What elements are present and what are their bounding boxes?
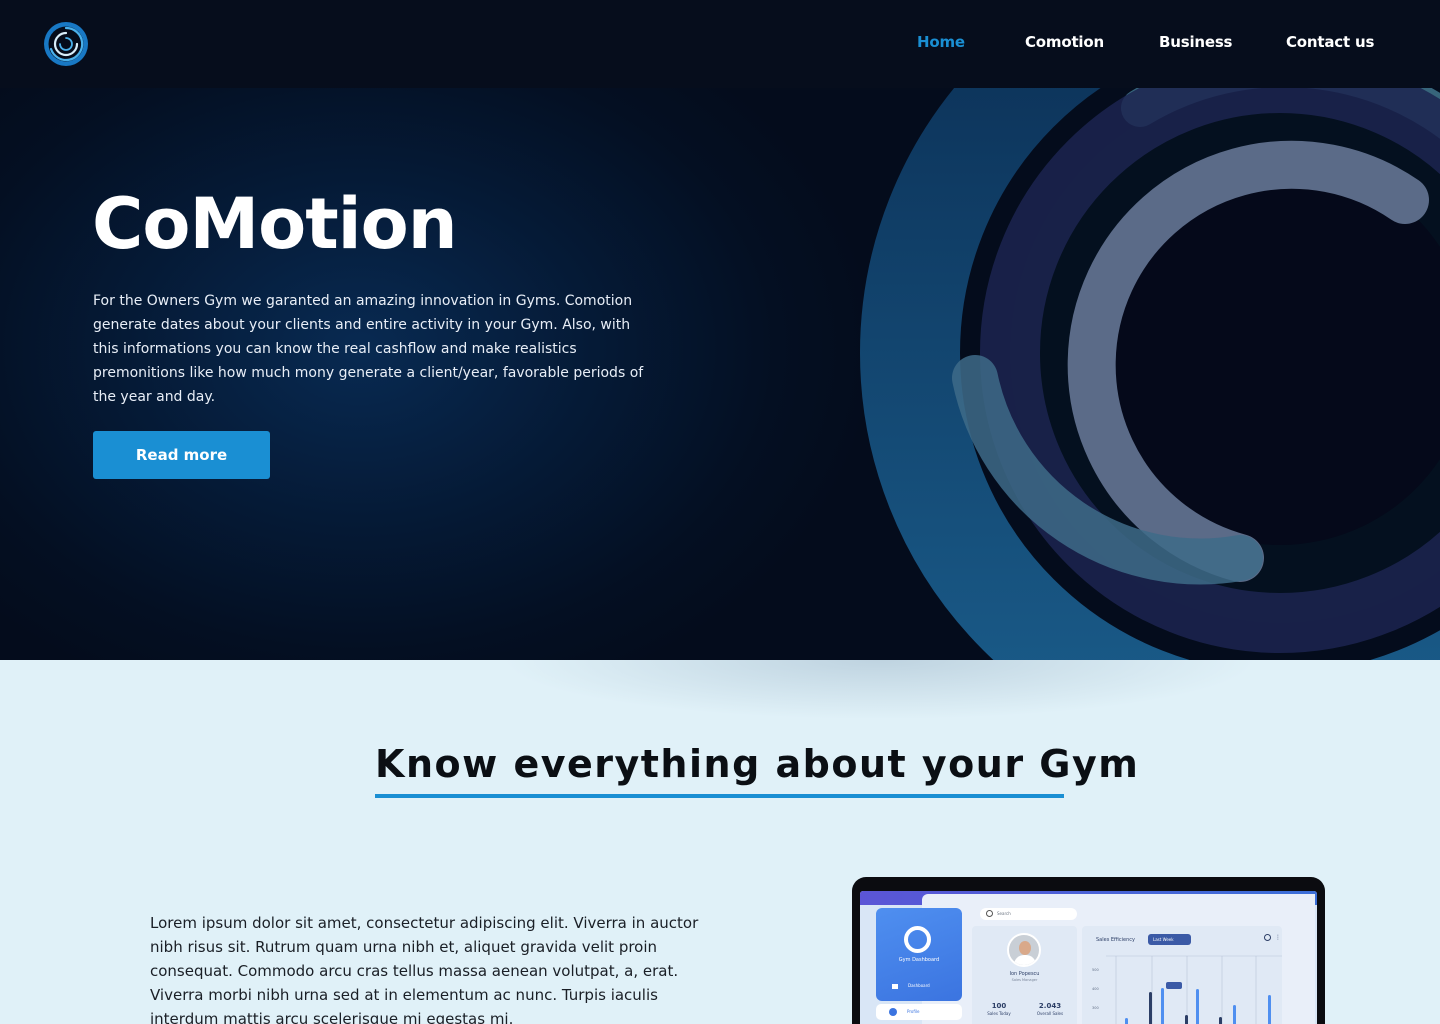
dashboard-nav-icon xyxy=(892,984,898,989)
chart-tooltip xyxy=(1166,982,1182,989)
profile-nav-item: Profile xyxy=(876,1004,962,1020)
chart-bar xyxy=(1196,989,1199,1024)
section-title: Know everything about your Gym xyxy=(375,742,1140,786)
stat-overall-sales: 2.043 Overall Sales xyxy=(1025,1002,1075,1016)
settings-icon xyxy=(1264,934,1271,941)
profile-name: Ion Popescu xyxy=(1009,971,1040,977)
sales-efficiency-card: 500 400 300 Sales Efficiency Last Week ⋮ xyxy=(1082,926,1282,1024)
profile-nav-icon xyxy=(889,1008,897,1016)
section-shadow xyxy=(500,660,1260,720)
avatar-head-shape xyxy=(1019,941,1031,955)
nav-link-contact-us[interactable]: Contact us xyxy=(1286,33,1374,51)
avatar-body-shape xyxy=(1014,955,1036,965)
hero-title: CoMotion xyxy=(92,183,458,265)
dashboard-logo-icon xyxy=(904,926,931,953)
y-tick-label: 500 xyxy=(1092,968,1099,972)
avatar xyxy=(1007,933,1041,967)
profile-card: Ion Popescu Sales Manager 100 Sales Toda… xyxy=(972,926,1077,1024)
nav-link-business[interactable]: Business xyxy=(1159,33,1232,51)
chart-bar xyxy=(1268,995,1271,1024)
more-menu-icon: ⋮ xyxy=(1275,934,1281,941)
chart-bar xyxy=(1161,988,1164,1024)
search-icon xyxy=(986,910,993,917)
chart-bar xyxy=(1185,1015,1188,1024)
chart-bar xyxy=(1125,1018,1128,1024)
stat-value: 100 xyxy=(991,1002,1007,1010)
chart-filter-select: Last Week xyxy=(1148,934,1191,945)
dashboard-search: Search xyxy=(980,908,1077,920)
section-body-text: Lorem ipsum dolor sit amet, consectetur … xyxy=(150,914,699,1024)
stat-sales-today: 100 Sales Today xyxy=(974,1002,1024,1016)
top-navigation: Home Comotion Business Contact us xyxy=(0,0,1440,88)
read-more-button[interactable]: Read more xyxy=(93,431,270,479)
y-tick-label: 400 xyxy=(1092,987,1099,991)
chart-bar xyxy=(1219,1017,1222,1024)
chart-bar xyxy=(1149,992,1152,1024)
laptop-screen: Gym Dashboard Dashboard Profile Search I… xyxy=(860,891,1317,1024)
nav-link-home[interactable]: Home xyxy=(917,33,965,51)
dashboard-title: Gym Dashboard xyxy=(898,957,940,963)
stat-label: Overall Sales xyxy=(1036,1011,1064,1016)
chart-filter-label: Last Week xyxy=(1153,937,1174,942)
nav-link-comotion[interactable]: Comotion xyxy=(1025,33,1104,51)
stat-value: 2.043 xyxy=(1038,1002,1062,1010)
title-underline xyxy=(375,794,1064,798)
dashboard-nav-label: Dashboard xyxy=(908,983,930,988)
laptop-mockup: Gym Dashboard Dashboard Profile Search I… xyxy=(852,877,1325,1024)
hero-description: For the Owners Gym we garanted an amazin… xyxy=(93,293,644,405)
dashboard-sidebar-card: Gym Dashboard Dashboard xyxy=(876,908,962,1001)
chart-title: Sales Efficiency xyxy=(1096,937,1135,943)
chart-bar xyxy=(1233,1005,1236,1024)
comotion-logo-icon[interactable] xyxy=(42,20,90,68)
y-tick-label: 300 xyxy=(1092,1006,1099,1010)
search-placeholder: Search xyxy=(997,911,1011,916)
stat-label: Sales Today xyxy=(987,1011,1011,1016)
features-section: Know everything about your Gym Lorem ips… xyxy=(0,660,1440,1024)
profile-role: Sales Manager xyxy=(1011,978,1038,982)
profile-nav-label: Profile xyxy=(907,1009,920,1014)
hero-section: CoMotion For the Owners Gym we garanted … xyxy=(0,88,1440,660)
